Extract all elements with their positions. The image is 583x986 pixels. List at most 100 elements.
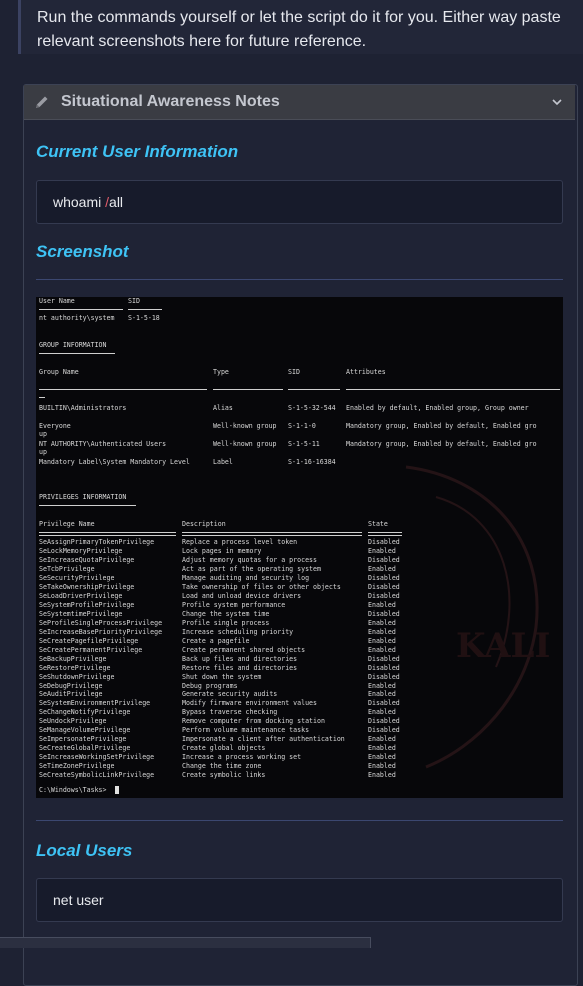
terminal-priv-state: Enabled [368, 762, 396, 771]
terminal-group-wrap: up [39, 448, 47, 456]
terminal-priv-state: Disabled [368, 555, 400, 564]
terminal-group-title: GROUP INFORMATION [39, 341, 107, 349]
terminal-priv-state: Enabled [368, 708, 396, 717]
whoami-command-block[interactable]: whoami /all [36, 180, 563, 224]
terminal-priv-header-name: Privilege Name [39, 520, 95, 528]
net-user-command-block[interactable]: net user [36, 878, 563, 922]
terminal-underline [182, 535, 362, 536]
terminal-priv-desc: Bypass traverse checking [182, 708, 278, 717]
terminal-priv-desc: Manage auditing and security log [182, 573, 310, 582]
terminal-priv-name: SeCreatePermanentPrivilege [39, 645, 143, 654]
terminal-underline [39, 532, 176, 533]
terminal-priv-desc: Increase a process working set [182, 753, 302, 762]
terminal-priv-state: Enabled [368, 645, 396, 654]
terminal-priv-desc: Increase scheduling priority [182, 627, 294, 636]
terminal-priv-desc: Modify firmware environment values [182, 699, 317, 708]
terminal-priv-name: SeShutdownPrivilege [39, 672, 115, 681]
terminal-user-sid: S-1-5-18 [128, 314, 160, 322]
terminal-priv-desc: Create a pagefile [182, 636, 250, 645]
terminal-group-wrap: up [39, 430, 47, 438]
terminal-group-header-name: Group Name [39, 368, 79, 376]
terminal-header-sid: SID [128, 297, 140, 305]
terminal-priv-desc: Perform volume maintenance tasks [182, 726, 310, 735]
callout-text: Run the commands yourself or let the scr… [37, 9, 561, 50]
terminal-group-type: Well-known group [213, 440, 277, 448]
instruction-callout: Run the commands yourself or let the scr… [18, 0, 583, 54]
terminal-priv-desc: Create permanent shared objects [182, 645, 306, 654]
terminal-priv-name: SeSystemEnvironmentPrivilege [39, 699, 151, 708]
terminal-underline [128, 309, 162, 310]
terminal-group-name: BUILTIN\Administrators [39, 404, 127, 412]
terminal-priv-desc: Profile system performance [182, 600, 286, 609]
terminal-priv-state: Enabled [368, 564, 396, 573]
terminal-priv-header-state: State [368, 520, 388, 528]
terminal-priv-state: Enabled [368, 681, 396, 690]
terminal-group-header-attributes: Attributes [346, 368, 386, 376]
terminal-priv-desc: Shut down the system [182, 672, 262, 681]
terminal-underline [39, 353, 115, 354]
terminal-underline [39, 309, 123, 310]
terminal-group-type: Well-known group [213, 422, 277, 430]
terminal-priv-desc: Debug programs [182, 681, 238, 690]
terminal-group-sid: S-1-1-0 [288, 422, 316, 430]
terminal-priv-state: Enabled [368, 690, 396, 699]
terminal-group-sid: S-1-16-16384 [288, 458, 336, 466]
terminal-priv-state: Disabled [368, 654, 400, 663]
terminal-priv-name: SeSystemProfilePrivilege [39, 600, 135, 609]
terminal-priv-state: Disabled [368, 672, 400, 681]
terminal-priv-state: Disabled [368, 582, 400, 591]
terminal-priv-name: SeSecurityPrivilege [39, 573, 115, 582]
terminal-priv-state: Disabled [368, 699, 400, 708]
divider [36, 279, 563, 280]
terminal-priv-state: Disabled [368, 591, 400, 600]
terminal-priv-name: SeManageVolumePrivilege [39, 726, 131, 735]
terminal-priv-name: SeDebugPrivilege [39, 681, 103, 690]
terminal-underline [288, 389, 340, 390]
terminal-priv-desc: Generate security audits [182, 690, 278, 699]
bottom-toolbar [0, 937, 371, 948]
terminal-priv-state: Disabled [368, 573, 400, 582]
terminal-priv-name: SeUndockPrivilege [39, 717, 107, 726]
terminal-priv-state: Disabled [368, 538, 400, 546]
terminal-screenshot: KALI User Name SID nt authority\system S-1-… [36, 297, 563, 798]
terminal-user-name: nt authority\system [39, 314, 115, 322]
terminal-priv-name: SeTimeZonePrivilege [39, 762, 115, 771]
terminal-priv-state: Disabled [368, 717, 400, 726]
terminal-priv-desc: Profile single process [182, 618, 270, 627]
terminal-group-name: Everyone [39, 422, 71, 430]
terminal-priv-name: SeCreatePagefilePrivilege [39, 636, 139, 645]
terminal-underline [39, 505, 136, 506]
terminal-priv-name: SeRestorePrivilege [39, 663, 111, 672]
terminal-header-user-name: User Name [39, 297, 75, 305]
local-users-heading: Local Users [36, 841, 133, 860]
terminal-group-attributes: Mandatory group, Enabled by default, Ena… [346, 422, 537, 430]
panel-header[interactable]: Situational Awareness Notes [24, 85, 575, 120]
terminal-priv-state: Enabled [368, 744, 396, 753]
terminal-priv-desc: Lock pages in memory [182, 546, 262, 555]
terminal-priv-desc: Replace a process level token [182, 538, 298, 546]
terminal-group-sid: S-1-5-32-544 [288, 404, 336, 412]
terminal-priv-state: Enabled [368, 618, 396, 627]
terminal-privileges-title: PRIVILEGES INFORMATION [39, 493, 127, 501]
svg-text:KALI: KALI [456, 626, 550, 666]
terminal-priv-name: SeIncreaseBasePriorityPrivilege [39, 627, 163, 636]
terminal-priv-desc: Restore files and directories [182, 663, 298, 672]
terminal-priv-state: Disabled [368, 663, 400, 672]
terminal-priv-desc: Impersonate a client after authenticatio… [182, 735, 345, 744]
chevron-down-icon[interactable] [551, 96, 563, 108]
terminal-priv-desc: Adjust memory quotas for a process [182, 555, 317, 564]
terminal-group-name: Mandatory Label\System Mandatory Level [39, 458, 190, 466]
terminal-priv-desc: Change the time zone [182, 762, 262, 771]
terminal-priv-name: SeImpersonatePrivilege [39, 735, 127, 744]
terminal-priv-name: SeSystemtimePrivilege [39, 609, 123, 618]
terminal-priv-state: Disabled [368, 726, 400, 735]
terminal-priv-state: Enabled [368, 546, 396, 555]
terminal-priv-name: SeCreateSymbolicLinkPrivilege [39, 771, 155, 780]
terminal-priv-name: SeAuditPrivilege [39, 690, 103, 699]
terminal-priv-desc: Act as part of the operating system [182, 564, 321, 573]
situational-awareness-panel: Situational Awareness Notes Current User… [23, 84, 578, 986]
terminal-underline [39, 535, 176, 536]
terminal-group-name: NT AUTHORITY\Authenticated Users [39, 440, 167, 448]
terminal-prompt: C:\Windows\Tasks> [39, 786, 107, 794]
terminal-priv-desc: Remove computer from docking station [182, 717, 325, 726]
